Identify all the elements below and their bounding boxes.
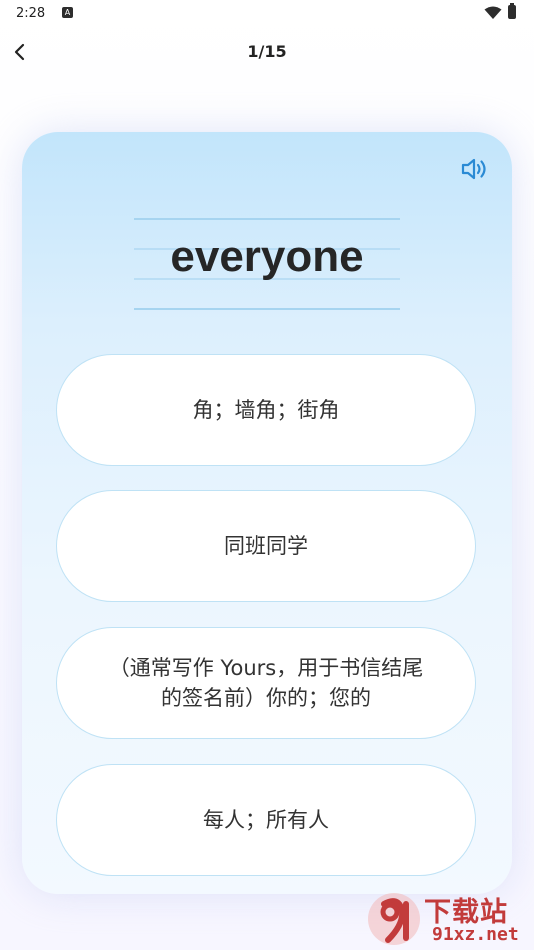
flashcard: everyone 角；墙角；街角 同班同学 （通常写作 Yours，用于书信结尾… bbox=[22, 132, 512, 894]
top-bar: 1/15 bbox=[0, 30, 534, 74]
answer-option-4[interactable]: 每人；所有人 bbox=[56, 764, 476, 876]
writing-line bbox=[134, 308, 400, 310]
answer-option-1[interactable]: 角；墙角；街角 bbox=[56, 354, 476, 466]
notification-icon: A bbox=[62, 7, 73, 18]
answer-option-3[interactable]: （通常写作 Yours，用于书信结尾的签名前）你的；您的 bbox=[56, 627, 476, 739]
writing-line bbox=[134, 218, 400, 220]
speaker-icon[interactable] bbox=[460, 156, 490, 182]
status-bar: 2:28 A bbox=[0, 0, 534, 28]
watermark-url: 91xz.net bbox=[432, 924, 519, 945]
english-word: everyone bbox=[170, 232, 364, 281]
site-logo-icon bbox=[368, 893, 420, 945]
progress-counter: 1/15 bbox=[247, 42, 287, 61]
site-watermark: 下载站 91xz.net bbox=[362, 888, 534, 950]
answer-option-2[interactable]: 同班同学 bbox=[56, 490, 476, 602]
word-display: everyone bbox=[134, 216, 400, 310]
wifi-icon bbox=[484, 6, 502, 19]
battery-icon bbox=[508, 3, 516, 19]
status-time: 2:28 bbox=[16, 6, 46, 21]
